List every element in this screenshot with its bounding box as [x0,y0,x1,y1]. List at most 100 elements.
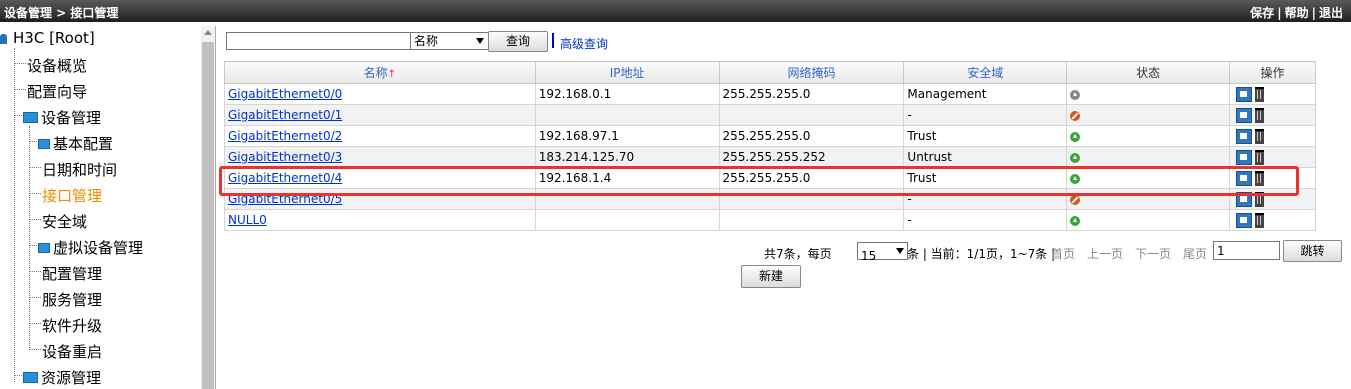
interface-table: 名称↑ IP地址 网络掩码 安全域 状态 操作 GigabitEthernet0… [224,61,1316,231]
chevron-down-icon [896,248,904,254]
per-page-select[interactable]: 15 [857,242,908,263]
last-page-link[interactable]: 尾页 [1183,245,1207,262]
interface-name-link[interactable]: GigabitEthernet0/1 [228,108,342,122]
column-header-ip[interactable]: IP地址 [534,61,720,84]
zone-cell: Trust [907,129,937,143]
delete-icon[interactable] [1255,86,1265,102]
column-header-status: 状态 [1066,61,1231,84]
sidebar-item-config-wizard[interactable]: 配置向导 [27,81,87,102]
ip-cell: 183.214.125.70 [538,150,635,164]
column-header-zone[interactable]: 安全域 [903,61,1068,84]
search-input[interactable] [226,32,422,50]
folder-icon [38,138,50,149]
edit-icon[interactable] [1236,86,1253,102]
root-icon [0,33,7,44]
table-row: GigabitEthernet0/5 - [224,188,1316,210]
status-admin-icon [1070,89,1081,100]
tree-root[interactable]: H3C [Root] [0,29,95,47]
zone-cell: - [907,213,912,227]
status-disabled-icon [1070,194,1081,205]
table-row: NULL0 - [224,209,1316,231]
sidebar-scrollbar[interactable] [201,26,215,389]
edit-icon[interactable] [1236,170,1253,186]
sort-up-icon: ↑ [387,69,397,80]
mask-cell: 255.255.255.0 [722,87,811,101]
help-link[interactable]: 帮助 [1285,6,1309,20]
search-bar: 名称 查询 高级查询 [224,30,824,52]
mask-cell: 255.255.255.0 [722,129,811,143]
delete-icon[interactable] [1255,191,1265,207]
go-button[interactable]: 跳转 [1283,240,1342,262]
edit-icon[interactable] [1236,107,1253,123]
sidebar-item-date-time[interactable]: 日期和时间 [42,159,117,180]
folder-icon [23,372,38,383]
sidebar: H3C [Root] 设备概览 配置向导 设备管理 基本配置 日期和时间 接口管… [0,26,216,389]
sidebar-item-security-zone[interactable]: 安全域 [42,211,87,232]
delete-icon[interactable] [1255,212,1265,228]
interface-name-link[interactable]: GigabitEthernet0/0 [228,87,342,101]
divider [552,33,554,48]
interface-name-link[interactable]: GigabitEthernet0/2 [228,129,342,143]
next-page-link[interactable]: 下一页 [1135,245,1171,262]
status-up-icon [1070,131,1081,142]
table-row: GigabitEthernet0/3 183.214.125.70 255.255.… [224,146,1316,168]
zone-cell: - [907,192,912,206]
status-disabled-icon [1070,110,1081,121]
ip-cell: 192.168.1.4 [538,171,612,185]
status-up-icon [1070,152,1081,163]
edit-icon[interactable] [1236,212,1253,228]
zone-cell: Management [907,87,987,101]
save-link[interactable]: 保存 [1250,6,1274,20]
prev-page-link[interactable]: 上一页 [1087,245,1123,262]
sidebar-item-device-overview[interactable]: 设备概览 [27,55,87,76]
pager-status: 条 | 当前：1/1页，1~7条 | [907,247,1056,261]
search-field-select[interactable]: 名称 [410,32,489,50]
mask-cell: 255.255.255.0 [722,171,811,185]
top-bar: 设备管理 > 接口管理 保存 | 帮助 | 退出 [0,0,1351,22]
sidebar-item-device-reboot[interactable]: 设备重启 [42,341,102,362]
sidebar-item-device-management[interactable]: 设备管理 [23,107,101,128]
edit-icon[interactable] [1236,149,1253,165]
sidebar-item-service-management[interactable]: 服务管理 [42,289,102,310]
interface-name-link[interactable]: GigabitEthernet0/3 [228,150,342,164]
delete-icon[interactable] [1255,128,1265,144]
zone-cell: Untrust [907,150,953,164]
column-header-mask[interactable]: 网络掩码 [718,61,905,84]
new-button[interactable]: 新建 [741,265,801,288]
sidebar-item-config-management[interactable]: 配置管理 [42,263,102,284]
top-links: 保存 | 帮助 | 退出 [1250,6,1343,20]
delete-icon[interactable] [1255,107,1265,123]
advanced-query-link[interactable]: 高级查询 [560,35,608,52]
ip-cell: 192.168.97.1 [538,129,619,143]
sidebar-item-virtual-device[interactable]: 虚拟设备管理 [38,237,143,258]
edit-icon[interactable] [1236,128,1253,144]
status-up-icon [1070,173,1081,184]
interface-name-link[interactable]: GigabitEthernet0/4 [228,171,342,185]
logout-link[interactable]: 退出 [1319,6,1343,20]
interface-name-link[interactable]: GigabitEthernet0/5 [228,192,342,206]
sidebar-item-basic-config[interactable]: 基本配置 [38,133,113,154]
page-number-input[interactable] [1213,241,1280,260]
column-header-name[interactable]: 名称↑ [224,61,536,84]
delete-icon[interactable] [1255,170,1265,186]
table-row: GigabitEthernet0/0 192.168.0.1 255.255.255… [224,83,1316,105]
sidebar-item-software-upgrade[interactable]: 软件升级 [42,315,102,336]
sidebar-item-interface-management[interactable]: 接口管理 [42,185,102,206]
ip-cell: 192.168.0.1 [538,87,612,101]
table-row: GigabitEthernet0/2 192.168.97.1 255.255.25… [224,125,1316,147]
folder-icon [38,242,50,253]
scroll-up-icon[interactable] [204,30,212,35]
sidebar-item-resource-management[interactable]: 资源管理 [23,367,101,388]
zone-cell: Trust [907,171,937,185]
pagination: 共7条，每页 15 条 | 当前：1/1页，1~7条 | 首页 上一页 下一页 … [764,240,1342,263]
breadcrumb: 设备管理 > 接口管理 [4,6,119,20]
chevron-down-icon [476,38,484,44]
query-button[interactable]: 查询 [488,31,548,52]
delete-icon[interactable] [1255,149,1265,165]
edit-icon[interactable] [1236,191,1253,207]
pager-total: 共7条，每页 [764,247,832,261]
first-page-link[interactable]: 首页 [1051,245,1075,262]
scroll-thumb[interactable] [202,42,214,389]
interface-name-link[interactable]: NULL0 [228,213,267,227]
table-row: GigabitEthernet0/4 192.168.1.4 255.255.255… [224,167,1316,189]
